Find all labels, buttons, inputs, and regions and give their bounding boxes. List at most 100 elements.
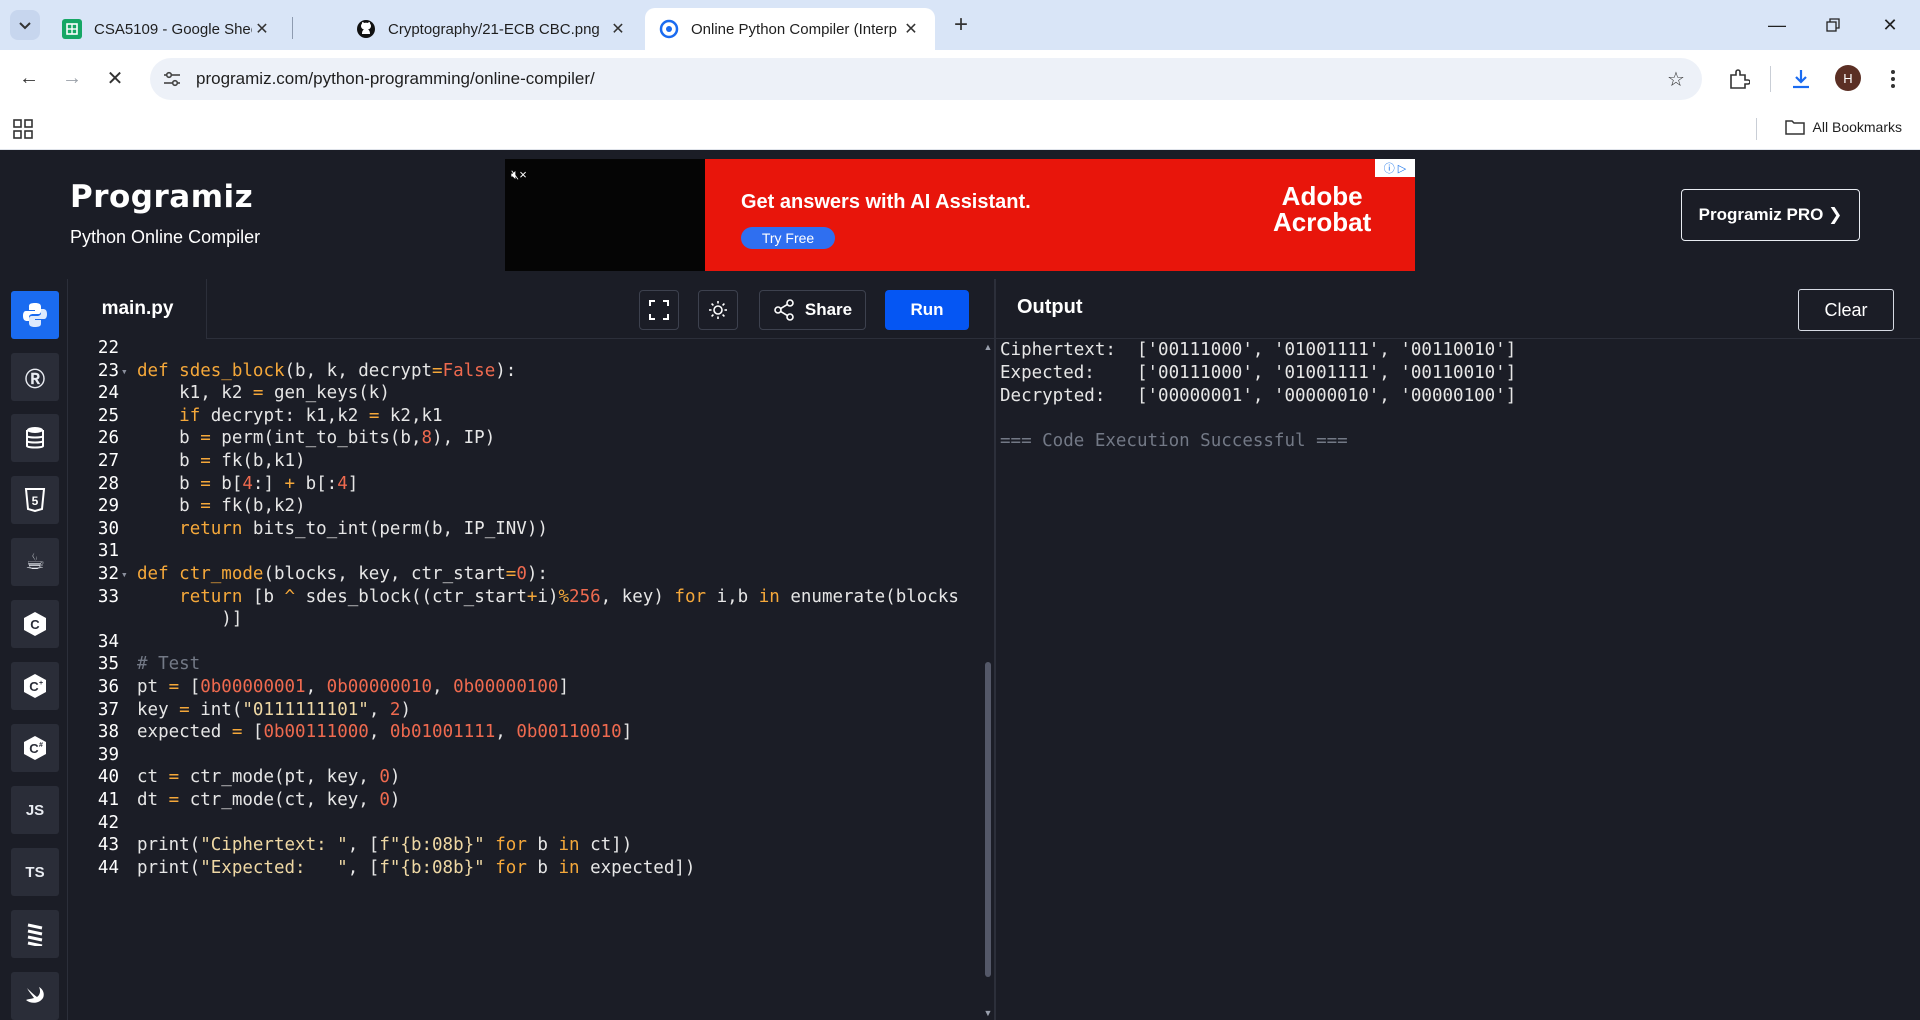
line-number: 35	[97, 654, 119, 675]
c-lang-icon[interactable]: C	[11, 600, 59, 648]
code-line[interactable]: expected = [0b00111000, 0b01001111, 0b00…	[137, 722, 632, 742]
code-line[interactable]: b = fk(b,k1)	[137, 451, 305, 471]
code-token: b	[526, 835, 559, 856]
forward-icon[interactable]: →	[57, 63, 87, 93]
tab-google-sheets[interactable]: CSA5109 - Google Sheets ✕	[48, 8, 286, 50]
new-tab-button[interactable]: +	[948, 11, 974, 38]
address-bar[interactable]: programiz.com/python-programming/online-…	[150, 58, 1702, 100]
code-token: ctr_mode(ct, key,	[179, 790, 380, 810]
swift-icon[interactable]	[11, 972, 59, 1020]
code-token: def	[137, 564, 180, 584]
fold-arrow-icon[interactable]: ▾	[121, 365, 128, 378]
html5-icon[interactable]: 5	[11, 476, 59, 524]
code-line[interactable]: def sdes_block(b, k, decrypt=False):	[137, 361, 516, 381]
all-bookmarks-button[interactable]: All Bookmarks	[1784, 119, 1902, 135]
typescript-icon[interactable]: TS	[11, 848, 59, 896]
code-line[interactable]: )]	[137, 609, 242, 629]
theme-toggle-sun-icon[interactable]	[698, 290, 738, 330]
code-line[interactable]: print("Ciphertext: ", [f"{b:08b}" for b …	[137, 835, 632, 855]
stop-loading-icon[interactable]: ✕	[100, 63, 130, 93]
ad-try-free-button[interactable]: Try Free	[741, 227, 835, 249]
ad-banner[interactable]: 🔇︎× Get answers with AI Assistant. Try F…	[505, 159, 1415, 271]
code-line[interactable]: b = fk(b,k2)	[137, 496, 305, 516]
ad-video[interactable]	[505, 159, 705, 271]
fold-arrow-icon[interactable]: ▾	[121, 568, 128, 581]
brand[interactable]: Programiz Python Online Compiler	[70, 179, 260, 248]
adchoices-icon[interactable]: ⓘ ▷	[1375, 159, 1415, 177]
menu-kebab-icon[interactable]	[1879, 65, 1907, 93]
close-icon[interactable]: ✕	[608, 19, 628, 39]
cpp-lang-icon[interactable]: C +	[11, 662, 59, 710]
code-token: 4	[337, 473, 348, 494]
execution-status: === Code Execution Successful ===	[1000, 431, 1348, 451]
programiz-pro-button[interactable]: Programiz PRO ❯	[1681, 189, 1860, 241]
sql-database-icon[interactable]	[11, 414, 59, 462]
profile-avatar[interactable]: H	[1835, 65, 1861, 91]
share-button[interactable]: Share	[759, 290, 866, 330]
tab-search-button[interactable]	[10, 10, 40, 40]
code-token: f"{b:08b}"	[379, 857, 485, 878]
line-number: 41	[97, 790, 119, 810]
minimize-icon[interactable]: —	[1762, 10, 1792, 40]
code-line[interactable]: ct = ctr_mode(pt, key, 0)	[137, 767, 400, 787]
code-line[interactable]: key = int("0111111101", 2)	[137, 700, 411, 720]
close-icon[interactable]: ✕	[252, 19, 272, 39]
bookmark-star-icon[interactable]: ☆	[1664, 67, 1688, 91]
code-token: perm(int_to_bits(b,	[210, 428, 422, 449]
r-lang-icon[interactable]: Ⓡ	[11, 353, 59, 401]
code-line[interactable]: pt = [0b00000001, 0b00000010, 0b00000100…	[137, 677, 569, 697]
code-line[interactable]: print("Expected: ", [f"{b:08b}" for b in…	[137, 858, 695, 878]
output-console[interactable]: Ciphertext: ['00111000', '01001111', '00…	[996, 340, 1920, 1020]
code-token: 0b00110010	[516, 722, 622, 743]
code-token: 0b01001111	[389, 722, 496, 743]
code-token: =	[179, 699, 190, 720]
code-token: in	[558, 857, 580, 878]
code-line[interactable]: b = perm(int_to_bits(b,8), IP)	[137, 428, 495, 448]
scroll-up-arrow-icon[interactable]: ▲	[983, 342, 993, 352]
svg-text:C: C	[29, 679, 39, 694]
code-token: 0	[516, 564, 527, 584]
line-number: 40	[97, 767, 119, 788]
code-line[interactable]: if decrypt: k1,k2 = k2,k1	[137, 405, 443, 426]
code-line[interactable]: dt = ctr_mode(ct, key, 0)	[137, 790, 400, 810]
clear-button[interactable]: Clear	[1798, 289, 1894, 331]
java-icon[interactable]: ☕︎	[11, 538, 59, 586]
python-icon[interactable]	[11, 291, 59, 339]
scroll-down-arrow-icon[interactable]: ▼	[983, 1008, 993, 1018]
file-tab-main-py[interactable]: main.py	[69, 279, 207, 339]
code-line[interactable]: return bits_to_int(perm(b, IP_INV))	[137, 519, 548, 539]
go-lang-icon[interactable]	[11, 910, 59, 958]
window-close-icon[interactable]: ✕	[1875, 10, 1905, 40]
code-line[interactable]: return [b ^ sdes_block((ctr_start+i)%256…	[137, 587, 959, 607]
tab-github[interactable]: Cryptography/21-ECB CBC.png ✕	[342, 8, 642, 50]
close-icon[interactable]: ✕	[901, 19, 921, 39]
svg-text:5: 5	[32, 494, 39, 508]
apps-grid-icon[interactable]	[12, 118, 34, 140]
javascript-icon[interactable]: JS	[11, 786, 59, 834]
code-token: k2,k1	[379, 405, 443, 426]
scrollbar-thumb[interactable]	[985, 662, 991, 977]
output-line: Ciphertext: ['00111000', '01001111', '00…	[1000, 340, 1517, 360]
code-token: for	[495, 857, 527, 878]
code-token: # Test	[137, 654, 201, 675]
site-settings-icon[interactable]	[162, 69, 182, 89]
code-line[interactable]: k1, k2 = gen_keys(k)	[137, 383, 390, 403]
code-line[interactable]: def ctr_mode(blocks, key, ctr_start=0):	[137, 564, 548, 584]
code-line[interactable]: b = b[4:] + b[:4]	[137, 474, 358, 494]
editor-scrollbar[interactable]: ▲ ▼	[983, 340, 993, 1020]
csharp-lang-icon[interactable]: C #	[11, 724, 59, 772]
download-icon[interactable]	[1787, 65, 1815, 93]
mute-icon[interactable]: 🔇︎×	[511, 167, 527, 183]
restore-icon[interactable]	[1818, 10, 1848, 40]
output-title: Output	[1017, 296, 1083, 318]
run-button[interactable]: Run	[885, 290, 969, 330]
code-line[interactable]: # Test	[137, 654, 200, 674]
code-token: 0b00111000	[263, 722, 369, 743]
extensions-icon[interactable]	[1725, 65, 1753, 93]
tab-programiz[interactable]: Online Python Compiler (Interp ✕	[645, 8, 935, 50]
code-editor[interactable]: 22 23 ▾ 24 25 26 27 28 29 30 31 32 ▾ 33 34 35 36 37 38 39 40…	[69, 340, 994, 1020]
fullscreen-icon[interactable]	[639, 290, 679, 330]
ad-brand-line1: Adobe	[1281, 181, 1363, 211]
back-icon[interactable]: ←	[14, 63, 44, 93]
